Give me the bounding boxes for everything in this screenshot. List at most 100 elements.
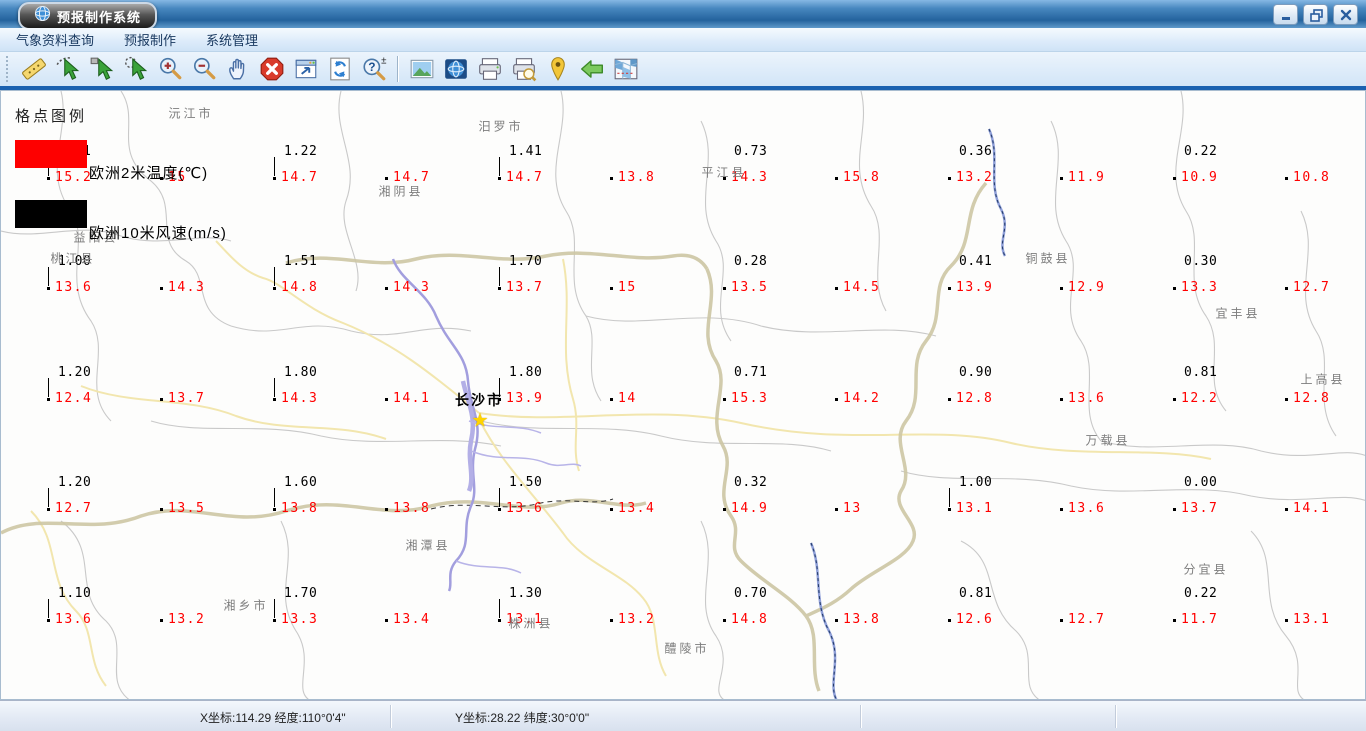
placemark-button[interactable]	[542, 53, 574, 85]
menu-item-weather-data-query[interactable]: 气象资料查询	[4, 28, 106, 51]
station-dot	[385, 398, 388, 401]
toolbar-grip[interactable]	[6, 56, 12, 82]
status-separator	[390, 705, 392, 728]
minimize-button[interactable]	[1273, 4, 1298, 25]
map-grid-button[interactable]	[610, 53, 642, 85]
wind-barb	[48, 488, 49, 507]
temperature-value: 13	[843, 501, 862, 516]
zoom-in-icon	[159, 57, 182, 80]
station-dot	[1285, 398, 1288, 401]
station-dot	[1285, 287, 1288, 290]
temperature-value: 14.7	[506, 170, 544, 185]
wind-speed-value: 1.50	[509, 475, 543, 490]
wind-barb	[499, 157, 500, 176]
zoom-in-button[interactable]	[154, 53, 186, 85]
temperature-value: 14.1	[1293, 501, 1331, 516]
wind-speed-value: 1.41	[509, 144, 543, 159]
legend-swatch-temperature	[15, 140, 87, 168]
station-dot	[273, 287, 276, 290]
cancel-drawing-button[interactable]	[256, 53, 288, 85]
temperature-value: 13.5	[168, 501, 206, 516]
city-label-changsha: 长沙市	[455, 392, 503, 408]
station-dot	[1285, 177, 1288, 180]
temperature-value: 12.6	[956, 612, 994, 627]
station-dot	[160, 619, 163, 622]
print-preview-button[interactable]	[508, 53, 540, 85]
wind-barb	[48, 378, 49, 397]
app-tab[interactable]: 预报制作系统	[18, 2, 158, 30]
select-graphics-button[interactable]	[120, 53, 152, 85]
county-label: 万载县	[1085, 433, 1131, 448]
temperature-value: 13.6	[1068, 501, 1106, 516]
wind-speed-value: 1.20	[58, 365, 92, 380]
wind-barb	[499, 267, 500, 286]
wind-speed-value: 0.36	[959, 144, 993, 159]
temperature-value: 12.2	[1181, 391, 1219, 406]
station-dot	[385, 177, 388, 180]
station-dot	[835, 619, 838, 622]
select-element-button[interactable]	[86, 53, 118, 85]
temperature-value: 13.8	[393, 501, 431, 516]
print-icon	[479, 58, 501, 80]
legend-label-windspeed: 欧洲10米风速(m/s)	[89, 225, 227, 242]
wind-barb	[48, 267, 49, 286]
temperature-value: 15.3	[731, 391, 769, 406]
placemark-icon	[551, 57, 565, 81]
menu-item-system-management[interactable]: 系统管理	[194, 28, 270, 51]
temperature-value: 14.7	[281, 170, 319, 185]
wind-barb	[274, 378, 275, 397]
window-title: 预报制作系统	[57, 9, 142, 25]
pan-button[interactable]	[222, 53, 254, 85]
temperature-value: 13.1	[956, 501, 994, 516]
map-legend: 格点图例 欧洲2米温度(℃) 欧洲10米风速(m/s)	[15, 105, 226, 260]
map-canvas[interactable]: 15.21.611514.71.2214.714.71.4113.814.30.…	[0, 90, 1366, 700]
measure-ruler-button[interactable]	[18, 53, 50, 85]
zoom-out-button[interactable]	[188, 53, 220, 85]
city-star-icon: ★	[471, 410, 489, 432]
temperature-value: 12.7	[55, 501, 93, 516]
station-dot	[948, 398, 951, 401]
station-dot	[160, 398, 163, 401]
full-extent-icon	[295, 59, 317, 79]
go-back-button[interactable]	[576, 53, 608, 85]
wind-speed-value: 0.00	[1184, 475, 1218, 490]
temperature-value: 13.8	[281, 501, 319, 516]
station-dot	[498, 287, 501, 290]
go-back-icon	[581, 60, 603, 78]
menu-item-forecast-production[interactable]: 预报制作	[112, 28, 188, 51]
wind-speed-value: 0.70	[734, 586, 768, 601]
status-x-coordinate: X坐标:114.29 经度:110°0'4"	[200, 711, 346, 725]
temperature-value: 13.4	[618, 501, 656, 516]
restore-button[interactable]	[1303, 4, 1328, 25]
print-button[interactable]	[474, 53, 506, 85]
county-label: 宜丰县	[1215, 306, 1261, 321]
wind-speed-value: 0.71	[734, 365, 768, 380]
temperature-value: 14	[618, 391, 637, 406]
temperature-value: 13.8	[843, 612, 881, 627]
globe-services-button[interactable]	[440, 53, 472, 85]
temperature-value: 13.1	[1293, 612, 1331, 627]
station-dot	[273, 398, 276, 401]
temperature-value: 13.2	[168, 612, 206, 627]
temperature-value: 14.2	[843, 391, 881, 406]
wind-barb	[48, 599, 49, 618]
temperature-value: 12.4	[55, 391, 93, 406]
select-features-button[interactable]	[52, 53, 84, 85]
identify-button[interactable]: ? ±	[358, 53, 390, 85]
county-label: 上高县	[1300, 372, 1346, 387]
station-dot	[47, 508, 50, 511]
export-image-button[interactable]	[406, 53, 438, 85]
status-y-coordinate: Y坐标:28.22 纬度:30°0'0"	[455, 711, 590, 725]
wind-speed-value: 1.51	[284, 254, 318, 269]
app-globe-icon	[34, 5, 51, 27]
station-dot	[498, 177, 501, 180]
station-dot	[610, 398, 613, 401]
station-dot	[47, 398, 50, 401]
full-extent-button[interactable]	[290, 53, 322, 85]
station-dot	[1173, 398, 1176, 401]
station-dot	[498, 508, 501, 511]
refresh-button[interactable]	[324, 53, 356, 85]
station-dot	[1060, 287, 1063, 290]
county-label: 平江县	[701, 165, 747, 180]
close-button[interactable]	[1333, 4, 1358, 25]
